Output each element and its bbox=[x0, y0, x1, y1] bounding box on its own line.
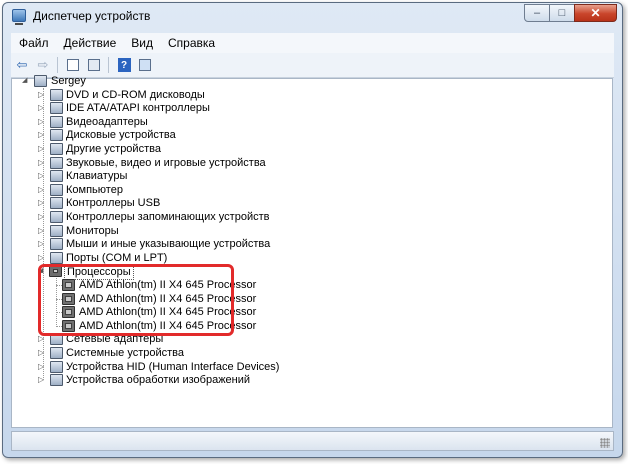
device-category-icon bbox=[50, 360, 63, 373]
device-category-icon bbox=[50, 347, 63, 359]
tree-category[interactable]: ▷ DVD и CD-ROM дисководы bbox=[0, 88, 620, 102]
window-controls: – □ ✕ bbox=[524, 4, 617, 23]
device-category-icon bbox=[50, 143, 63, 155]
device-category-icon bbox=[50, 224, 63, 237]
device-category-icon bbox=[50, 197, 63, 210]
computer-icon bbox=[34, 75, 47, 87]
status-bar bbox=[11, 431, 614, 451]
tree-root-label: Sergey bbox=[51, 75, 86, 87]
update-driver-icon[interactable] bbox=[84, 55, 104, 75]
menu-help[interactable]: Справка bbox=[160, 36, 222, 50]
tree-category[interactable]: ▷ Клавиатуры bbox=[0, 169, 620, 183]
tree-category[interactable]: ▷ Контроллеры запоминающих устройств bbox=[0, 210, 620, 224]
tree-category-label: Компьютер bbox=[66, 183, 123, 196]
device-manager-icon bbox=[12, 9, 26, 25]
menu-action[interactable]: Действие bbox=[56, 36, 124, 50]
forward-icon[interactable]: ⇨ bbox=[33, 55, 53, 75]
tree-category-label: Устройства обработки изображений bbox=[66, 374, 251, 387]
tree-category[interactable]: ▷ Мониторы bbox=[0, 224, 620, 238]
tree-category-label: Звуковые, видео и игровые устройства bbox=[66, 156, 266, 169]
tree-category-label: Системные устройства bbox=[66, 347, 185, 359]
tree-category[interactable]: ▷ Контроллеры USB bbox=[0, 196, 620, 210]
help-icon[interactable]: ? bbox=[114, 55, 134, 75]
tree-category-label: Клавиатуры bbox=[66, 170, 128, 183]
processors-highlight-box bbox=[38, 264, 234, 336]
tree-category[interactable]: ▷ Устройства HID (Human Interface Devices… bbox=[0, 360, 620, 374]
tree-root[interactable]: ◢ Sergey bbox=[0, 74, 620, 88]
scan-hardware-icon[interactable] bbox=[135, 55, 155, 75]
tree-category[interactable]: ▷ Компьютер bbox=[0, 183, 620, 197]
tree-category[interactable]: ▷ Видеоадаптеры bbox=[0, 115, 620, 129]
menu-bar: Файл Действие Вид Справка bbox=[11, 33, 614, 53]
device-category-icon bbox=[50, 238, 63, 251]
tree-category[interactable]: ▷ Дисковые устройства bbox=[0, 128, 620, 142]
tree-category[interactable]: ▷ Системные устройства bbox=[0, 346, 620, 360]
tree-category-label: Контроллеры запоминающих устройств bbox=[66, 211, 270, 223]
tree-category-label: Видеоадаптеры bbox=[66, 115, 148, 128]
title-bar[interactable]: Диспетчер устройств – □ ✕ bbox=[3, 3, 622, 29]
tree-category[interactable]: ▷ Порты (COM и LPT) bbox=[0, 251, 620, 265]
tree-category-label: DVD и CD-ROM дисководы bbox=[66, 88, 205, 101]
device-category-icon bbox=[50, 183, 63, 196]
tree-category-label: IDE ATA/ATAPI контроллеры bbox=[66, 102, 210, 115]
collapse-arrow-icon[interactable]: ◢ bbox=[22, 74, 27, 88]
toolbar-separator bbox=[108, 57, 109, 73]
device-category-icon bbox=[50, 374, 63, 387]
device-category-icon bbox=[50, 251, 63, 264]
close-button[interactable]: ✕ bbox=[574, 4, 617, 22]
device-category-icon bbox=[50, 115, 63, 128]
back-icon[interactable]: ⇦ bbox=[12, 55, 32, 75]
tree-category-label: Устройства HID (Human Interface Devices) bbox=[66, 360, 280, 373]
tree-category-label: Дисковые устройства bbox=[66, 129, 176, 142]
properties-icon[interactable] bbox=[63, 55, 83, 75]
tree-category[interactable]: ▷ IDE ATA/ATAPI контроллеры bbox=[0, 101, 620, 115]
tree-category-label: Мониторы bbox=[66, 224, 119, 237]
window-title: Диспетчер устройств bbox=[33, 9, 151, 23]
tree-category-label: Мыши и иные указывающие устройства bbox=[66, 238, 271, 251]
menu-file[interactable]: Файл bbox=[11, 36, 56, 50]
resize-grip-icon[interactable] bbox=[600, 438, 610, 448]
tree-category-label: Порты (COM и LPT) bbox=[66, 251, 168, 264]
device-category-icon bbox=[50, 170, 63, 183]
tree-category[interactable]: ▷ Другие устройства bbox=[0, 142, 620, 156]
device-category-icon bbox=[50, 129, 63, 142]
device-category-icon bbox=[50, 156, 63, 169]
tree-category-label: Контроллеры USB bbox=[66, 197, 161, 210]
minimize-button[interactable]: – bbox=[524, 4, 550, 22]
tree-category[interactable]: ▷ Мыши и иные указывающие устройства bbox=[0, 237, 620, 251]
device-category-icon bbox=[50, 88, 63, 101]
device-category-icon bbox=[50, 102, 63, 115]
device-category-icon bbox=[50, 211, 63, 223]
tree-category[interactable]: ▷ Звуковые, видео и игровые устройства bbox=[0, 156, 620, 170]
toolbar-separator bbox=[57, 57, 58, 73]
tree-category[interactable]: ▷ Устройства обработки изображений bbox=[0, 373, 620, 387]
tree-category-label: Другие устройства bbox=[66, 143, 161, 155]
maximize-button[interactable]: □ bbox=[549, 4, 575, 22]
menu-view[interactable]: Вид bbox=[123, 36, 160, 50]
